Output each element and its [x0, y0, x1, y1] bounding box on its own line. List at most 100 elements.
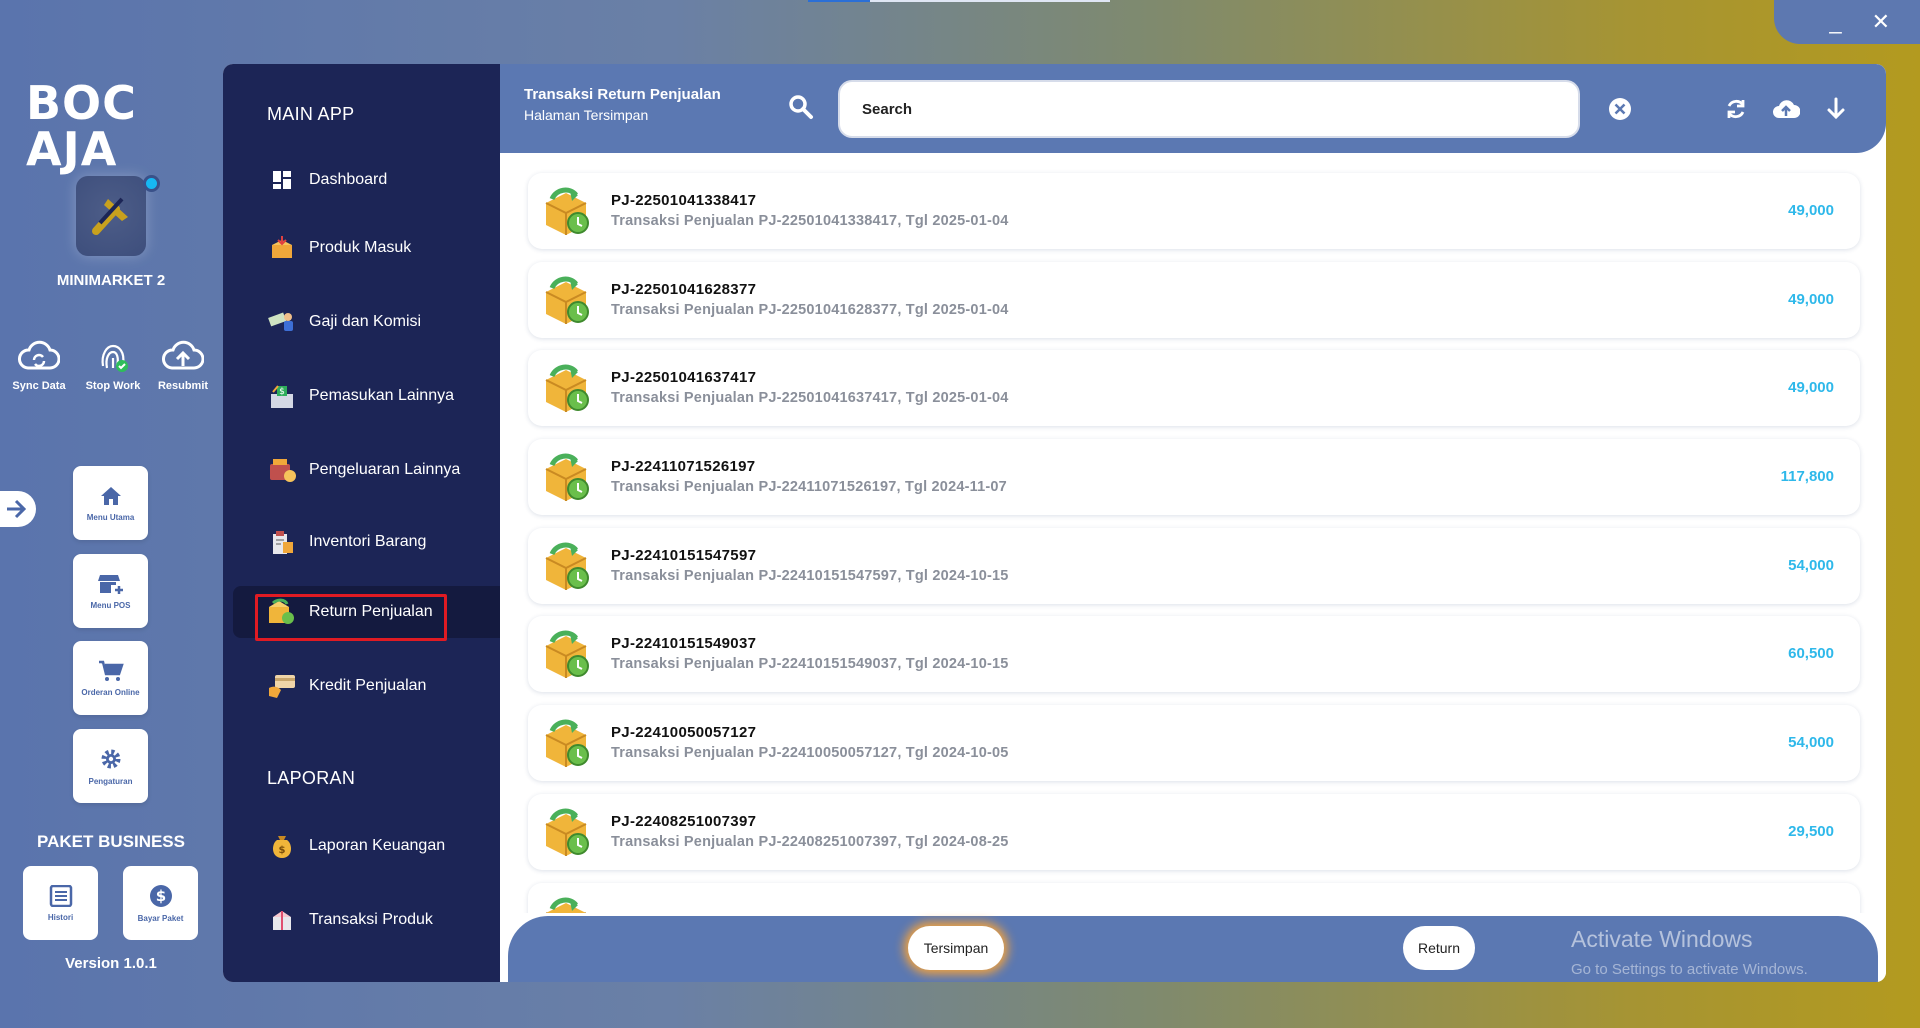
- cloud-upload-icon: [162, 340, 204, 370]
- nav-item-inventori-barang[interactable]: Inventori Barang: [233, 516, 500, 568]
- stop-work-button[interactable]: Stop Work: [76, 340, 150, 392]
- transaction-description: Transaksi Penjualan PJ-22408251007397, T…: [611, 833, 1009, 850]
- download-arrow-icon[interactable]: [1826, 97, 1846, 121]
- top-strip-accent: [808, 0, 870, 2]
- nav-item-pengeluaran-lainnya[interactable]: Pengeluaran Lainnya: [233, 444, 500, 496]
- list-icon: [49, 884, 72, 907]
- transaction-code: PJ-22410151549037: [611, 635, 757, 653]
- clear-search-icon[interactable]: [1608, 97, 1632, 121]
- income-icon: $: [267, 381, 297, 411]
- table-row[interactable]: PJ-22408251007397 Transaksi Penjualan PJ-…: [528, 793, 1860, 870]
- transaction-description: Transaksi Penjualan PJ-22501041628377, T…: [611, 301, 1009, 318]
- transaction-amount: 49,000: [1788, 202, 1834, 219]
- table-row[interactable]: PJ-22411071526197 Transaksi Penjualan PJ-…: [528, 439, 1860, 516]
- table-row[interactable]: PJ-22501041338417 Transaksi Penjualan PJ-…: [528, 173, 1860, 249]
- menu-utama-tile[interactable]: Menu Utama: [73, 466, 148, 540]
- transaction-description: Transaksi Penjualan PJ-22410151549037, T…: [611, 656, 1009, 673]
- cart-icon: [98, 660, 124, 681]
- return-package-icon: [540, 185, 592, 237]
- menu-utama-label: Menu Utama: [86, 512, 135, 522]
- online-status-dot: [143, 175, 160, 192]
- transaction-amount: 29,500: [1788, 822, 1834, 840]
- search-input[interactable]: [838, 80, 1580, 138]
- close-button[interactable]: ✕: [1872, 9, 1890, 35]
- transaction-amount: 60,500: [1788, 645, 1834, 663]
- nav-item-dashboard[interactable]: Dashboard: [233, 154, 500, 206]
- sync-data-label: Sync Data: [12, 380, 66, 392]
- fingerprint-icon: [101, 344, 128, 372]
- transaction-description: Transaksi Penjualan PJ-22410151547597, T…: [611, 567, 1009, 584]
- table-row[interactable]: PJ-22410151547597 Transaksi Penjualan PJ-…: [528, 527, 1860, 604]
- search-icon[interactable]: [788, 94, 814, 120]
- sync-data-button[interactable]: Sync Data: [2, 340, 76, 392]
- nav-item-kredit-penjualan[interactable]: Kredit Penjualan: [233, 660, 500, 712]
- minimize-button[interactable]: _: [1829, 9, 1841, 35]
- transaction-amount: 54,000: [1788, 734, 1834, 752]
- orderan-online-label: Orderan Online: [81, 687, 140, 697]
- svg-text:$: $: [155, 887, 165, 905]
- histori-label: Histori: [47, 912, 74, 922]
- table-row[interactable]: PJ-22501041637417 Transaksi Penjualan PJ-…: [528, 350, 1860, 427]
- page-subtitle: Halaman Tersimpan: [524, 107, 649, 123]
- table-row[interactable]: PJ-22410151549037 Transaksi Penjualan PJ-…: [528, 616, 1860, 693]
- orderan-online-tile[interactable]: Orderan Online: [73, 641, 148, 715]
- transaction-description: Transaksi Penjualan PJ-22501041338417, T…: [611, 213, 1009, 229]
- nav-item-label: Pengeluaran Lainnya: [309, 461, 461, 478]
- sync-cloud-icon: [18, 340, 60, 370]
- transaction-amount: 49,000: [1788, 290, 1834, 308]
- page-title: Transaksi Return Penjualan: [524, 86, 721, 103]
- active-highlight-box: [255, 594, 447, 641]
- resubmit-button[interactable]: Resubmit: [146, 340, 220, 392]
- activation-watermark-title: Activate Windows: [1571, 926, 1753, 952]
- nav-item-label: Produk Masuk: [309, 239, 412, 256]
- menu-pos-tile[interactable]: Menu POS: [73, 554, 148, 628]
- nav-item-label: Inventori Barang: [309, 533, 427, 550]
- transaction-amount: 49,000: [1788, 379, 1834, 397]
- nav-item-transaksi-produk[interactable]: Transaksi Produk: [233, 894, 500, 946]
- return-package-icon: [540, 628, 592, 680]
- store-name: MINIMARKET 2: [56, 272, 166, 289]
- histori-tile[interactable]: Histori: [23, 866, 98, 940]
- salary-icon: [267, 307, 297, 337]
- nav-item-label: Gaji dan Komisi: [309, 313, 422, 330]
- bayar-paket-tile[interactable]: $ Bayar Paket: [123, 866, 198, 940]
- menu-pos-label: Menu POS: [90, 600, 131, 610]
- table-row[interactable]: PJ-22410050057127 Transaksi Penjualan PJ-…: [528, 705, 1860, 782]
- nav-item-pemasukan-lainnya[interactable]: $ Pemasukan Lainnya: [233, 370, 500, 422]
- nav-item-label: Kredit Penjualan: [309, 677, 427, 694]
- tab-tersimpan[interactable]: Tersimpan: [908, 926, 1004, 970]
- package-title: PAKET BUSINESS: [37, 832, 185, 851]
- hammer-icon: [92, 197, 128, 235]
- nav-item-gaji-komisi[interactable]: Gaji dan Komisi: [233, 296, 500, 348]
- product-icon: [267, 905, 297, 935]
- table-row[interactable]: PJ-22501041628377 Transaksi Penjualan PJ-…: [528, 261, 1860, 338]
- pengaturan-tile[interactable]: Pengaturan: [73, 729, 148, 803]
- main-nav: MAIN APP Dashboard Produk Masuk Gaji dan…: [223, 64, 500, 982]
- svg-text:$: $: [279, 387, 285, 397]
- nav-item-laporan-keuangan[interactable]: $ Laporan Keuangan: [233, 820, 500, 872]
- cloud-upload-icon[interactable]: [1772, 97, 1800, 121]
- return-package-icon: [540, 717, 592, 769]
- transaction-description: Transaksi Penjualan PJ-22411071526197, T…: [611, 479, 1007, 496]
- store-avatar[interactable]: [76, 176, 146, 256]
- refresh-icon[interactable]: [1724, 97, 1748, 121]
- nav-item-produk-masuk[interactable]: Produk Masuk: [233, 222, 500, 274]
- expand-sidebar-button[interactable]: [0, 491, 36, 527]
- brand-logo: BOC AJA: [26, 76, 137, 176]
- nav-item-return-penjualan[interactable]: Return Penjualan: [233, 586, 500, 641]
- transaction-description: Transaksi Penjualan PJ-22410050057127, T…: [611, 745, 1009, 762]
- tab-return[interactable]: Return: [1403, 926, 1475, 970]
- store-icon: [97, 574, 123, 594]
- return-package-icon: [540, 451, 592, 503]
- bottom-tab-bar: Tersimpan Return Activate Windows Go to …: [508, 916, 1878, 982]
- svg-text:$: $: [279, 845, 286, 856]
- left-rail: BOC AJA MINIMARKET 2 Sync Data Stop Work…: [0, 0, 222, 1028]
- nav-section-main: MAIN APP: [267, 104, 355, 124]
- credit-icon: [267, 671, 297, 701]
- table-row-partial[interactable]: [528, 882, 1860, 913]
- nav-item-label: Pemasukan Lainnya: [309, 387, 454, 404]
- transaction-list[interactable]: PJ-22501041338417 Transaksi Penjualan PJ-…: [500, 153, 1886, 913]
- app-version: Version 1.0.1: [65, 955, 157, 972]
- dollar-icon: $: [149, 884, 172, 907]
- return-package-icon: [540, 540, 592, 592]
